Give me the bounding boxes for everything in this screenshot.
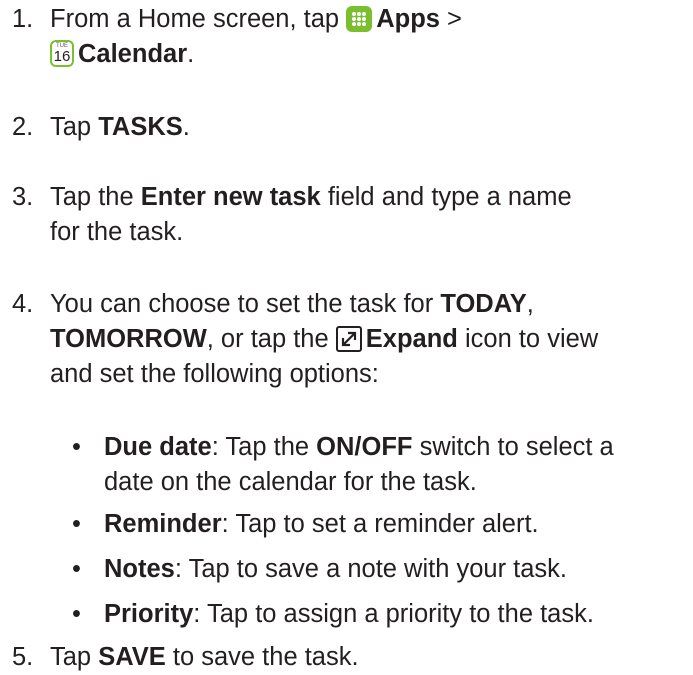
step-number: 4. xyxy=(12,290,34,318)
calendar-icon: TUE 16 xyxy=(50,40,74,67)
bullet: • xyxy=(72,600,81,628)
bullet: • xyxy=(72,555,81,583)
step-number: 2. xyxy=(12,113,34,141)
apps-label: Apps xyxy=(376,5,440,33)
step-number: 5. xyxy=(12,643,34,671)
instructions-document: 1. From a Home screen, tap Apps > TUE 16… xyxy=(0,0,693,671)
bullet: • xyxy=(72,510,81,538)
apps-icon xyxy=(346,6,373,32)
step-number: 1. xyxy=(12,5,34,33)
expand-icon xyxy=(335,326,362,352)
bullet: • xyxy=(72,433,81,461)
step-number: 3. xyxy=(12,183,34,211)
expand-label: Expand xyxy=(365,325,458,353)
calendar-label: Calendar xyxy=(78,40,188,68)
